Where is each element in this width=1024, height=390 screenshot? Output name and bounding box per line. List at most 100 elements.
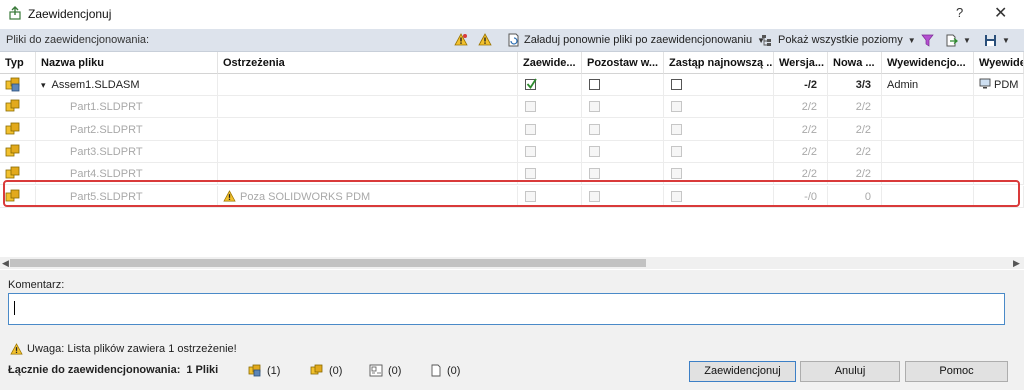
close-button[interactable]: ✕ — [994, 3, 1007, 23]
keep-checked-out-checkbox-cell — [582, 96, 664, 118]
part-icon — [5, 166, 21, 184]
checkin-button[interactable]: Zaewidencjonuj — [689, 361, 796, 382]
new-version-cell-text: 2/2 — [855, 146, 871, 158]
column-header-checkin[interactable]: Zaewide... — [518, 52, 582, 74]
local-version-cell-text: 2/2 — [801, 101, 817, 113]
file-name: Part1.SLDPRT — [70, 101, 143, 113]
local-version-cell-text: -/2 — [804, 79, 817, 91]
warning-star-icon — [454, 33, 468, 46]
assembly-icon — [5, 77, 21, 95]
file-name-cell[interactable]: ▾ Assem1.SLDASM — [36, 74, 218, 96]
checkin-checkbox-cell — [518, 74, 582, 96]
checkin-checkbox — [525, 146, 536, 157]
scrollbar-thumb[interactable] — [10, 259, 646, 267]
show-levels-label: Pokaż wszystkie poziomy — [778, 34, 903, 46]
column-header-new-version[interactable]: Nowa ... — [828, 52, 882, 74]
warning-cell: Poza SOLIDWORKS PDM — [218, 186, 518, 208]
new-version-cell-text: 2/2 — [855, 124, 871, 136]
total-drawings: (0) — [369, 364, 401, 377]
help-button[interactable]: Pomoc — [905, 361, 1008, 382]
help-title-button[interactable]: ? — [956, 5, 963, 20]
local-version-cell: 2/2 — [774, 119, 828, 141]
new-version-cell: 2/2 — [828, 96, 882, 118]
replace-latest-checkbox[interactable] — [671, 79, 682, 90]
checkin-checkbox[interactable] — [525, 78, 537, 90]
replace-latest-checkbox — [671, 168, 682, 179]
keep-checked-out-checkbox — [589, 146, 600, 157]
column-header-type[interactable]: Typ — [0, 52, 36, 74]
new-version-cell-text: 3/3 — [855, 79, 871, 91]
file-name-cell[interactable]: Part5.SLDPRT — [36, 186, 218, 208]
new-version-cell-text: 2/2 — [855, 168, 871, 180]
checkin-checkbox-cell — [518, 119, 582, 141]
show-levels-dropdown[interactable]: Pokaż wszystkie poziomy ▼ — [761, 32, 916, 48]
warning-icon — [10, 343, 23, 355]
column-header-filename[interactable]: Nazwa pliku — [36, 52, 218, 74]
column-header-keep-checked-out[interactable]: Pozostaw w... — [582, 52, 664, 74]
column-header-checked-out-in[interactable]: Wyewidency — [974, 52, 1024, 74]
checked-out-in-cell: PDM — [974, 74, 1024, 96]
tree-levels-icon — [762, 34, 771, 46]
checked-out-in-cell — [974, 96, 1024, 118]
local-version-cell: 2/2 — [774, 96, 828, 118]
checked-out-in-cell — [974, 119, 1024, 141]
new-version-cell: 2/2 — [828, 119, 882, 141]
total-other-count: (0) — [447, 364, 461, 377]
warning-message-text: Uwaga: Lista plików zawiera 1 ostrzeżeni… — [27, 343, 237, 355]
column-header-checked-out-by[interactable]: Wyewidencjo... — [882, 52, 974, 74]
file-type-cell — [0, 163, 36, 185]
keep-checked-out-checkbox — [589, 101, 600, 112]
new-version-cell: 2/2 — [828, 141, 882, 163]
drawing-icon — [369, 364, 383, 377]
expand-toggle-icon[interactable]: ▾ — [41, 80, 46, 90]
title-bar: Zaewidencjonuj ? ✕ — [0, 0, 1024, 28]
keep-checked-out-checkbox-cell — [582, 74, 664, 96]
file-name-cell[interactable]: Part2.SLDPRT — [36, 119, 218, 141]
reload-files-dropdown[interactable]: Załaduj ponownie pliki po zaewidencjonow… — [507, 32, 765, 48]
warning-toggle-button[interactable] — [478, 32, 492, 48]
file-name-cell[interactable]: Part1.SLDPRT — [36, 96, 218, 118]
replace-latest-checkbox — [671, 124, 682, 135]
checked-out-in-cell — [974, 163, 1024, 185]
new-version-cell: 3/3 — [828, 74, 882, 96]
checked-out-by-cell — [882, 119, 974, 141]
local-version-cell: 2/2 — [774, 163, 828, 185]
scroll-left-icon[interactable]: ◀ — [2, 257, 9, 269]
comment-input[interactable] — [8, 293, 1005, 325]
checkin-checkbox — [525, 168, 536, 179]
checkin-checkbox — [525, 191, 536, 202]
save-icon — [985, 34, 996, 46]
replace-latest-checkbox-cell — [664, 163, 774, 185]
checked-out-by-cell: Admin — [882, 74, 974, 96]
filter-button[interactable] — [921, 32, 934, 48]
checked-out-in-cell-text: PDM — [994, 79, 1019, 91]
export-dropdown[interactable]: ▼ — [945, 32, 971, 48]
text-caret — [14, 301, 15, 315]
new-version-cell-text: 0 — [864, 191, 871, 203]
checked-out-by-cell-text: Admin — [887, 79, 919, 91]
warning-message: Uwaga: Lista plików zawiera 1 ostrzeżeni… — [10, 343, 237, 355]
column-header-version[interactable]: Wersja... — [774, 52, 828, 74]
keep-checked-out-checkbox[interactable] — [589, 79, 600, 90]
part-icon — [5, 144, 21, 162]
column-header-warnings[interactable]: Ostrzeżenia — [218, 52, 518, 74]
reload-document-icon — [508, 33, 519, 47]
new-version-cell: 2/2 — [828, 163, 882, 185]
checked-out-in-cell — [974, 186, 1024, 208]
warning-cell — [218, 141, 518, 163]
column-header-replace-latest[interactable]: Zastąp najnowszą ... — [664, 52, 774, 74]
cancel-button[interactable]: Anuluj — [800, 361, 900, 382]
checkin-checkbox — [525, 101, 536, 112]
total-parts-count: (0) — [329, 364, 343, 377]
horizontal-scrollbar[interactable]: ◀ ▶ — [0, 257, 1024, 269]
export-icon — [946, 34, 958, 46]
save-dropdown[interactable]: ▼ — [984, 32, 1010, 48]
part-icon — [310, 364, 323, 375]
file-name-cell[interactable]: Part4.SLDPRT — [36, 163, 218, 185]
new-version-cell: 0 — [828, 186, 882, 208]
file-name-cell[interactable]: Part3.SLDPRT — [36, 141, 218, 163]
warning-filter-button[interactable] — [454, 32, 468, 48]
replace-latest-checkbox-cell — [664, 186, 774, 208]
scroll-right-icon[interactable]: ▶ — [1013, 257, 1020, 269]
totals-label: Łącznie do zaewidencjonowania: — [8, 364, 181, 376]
